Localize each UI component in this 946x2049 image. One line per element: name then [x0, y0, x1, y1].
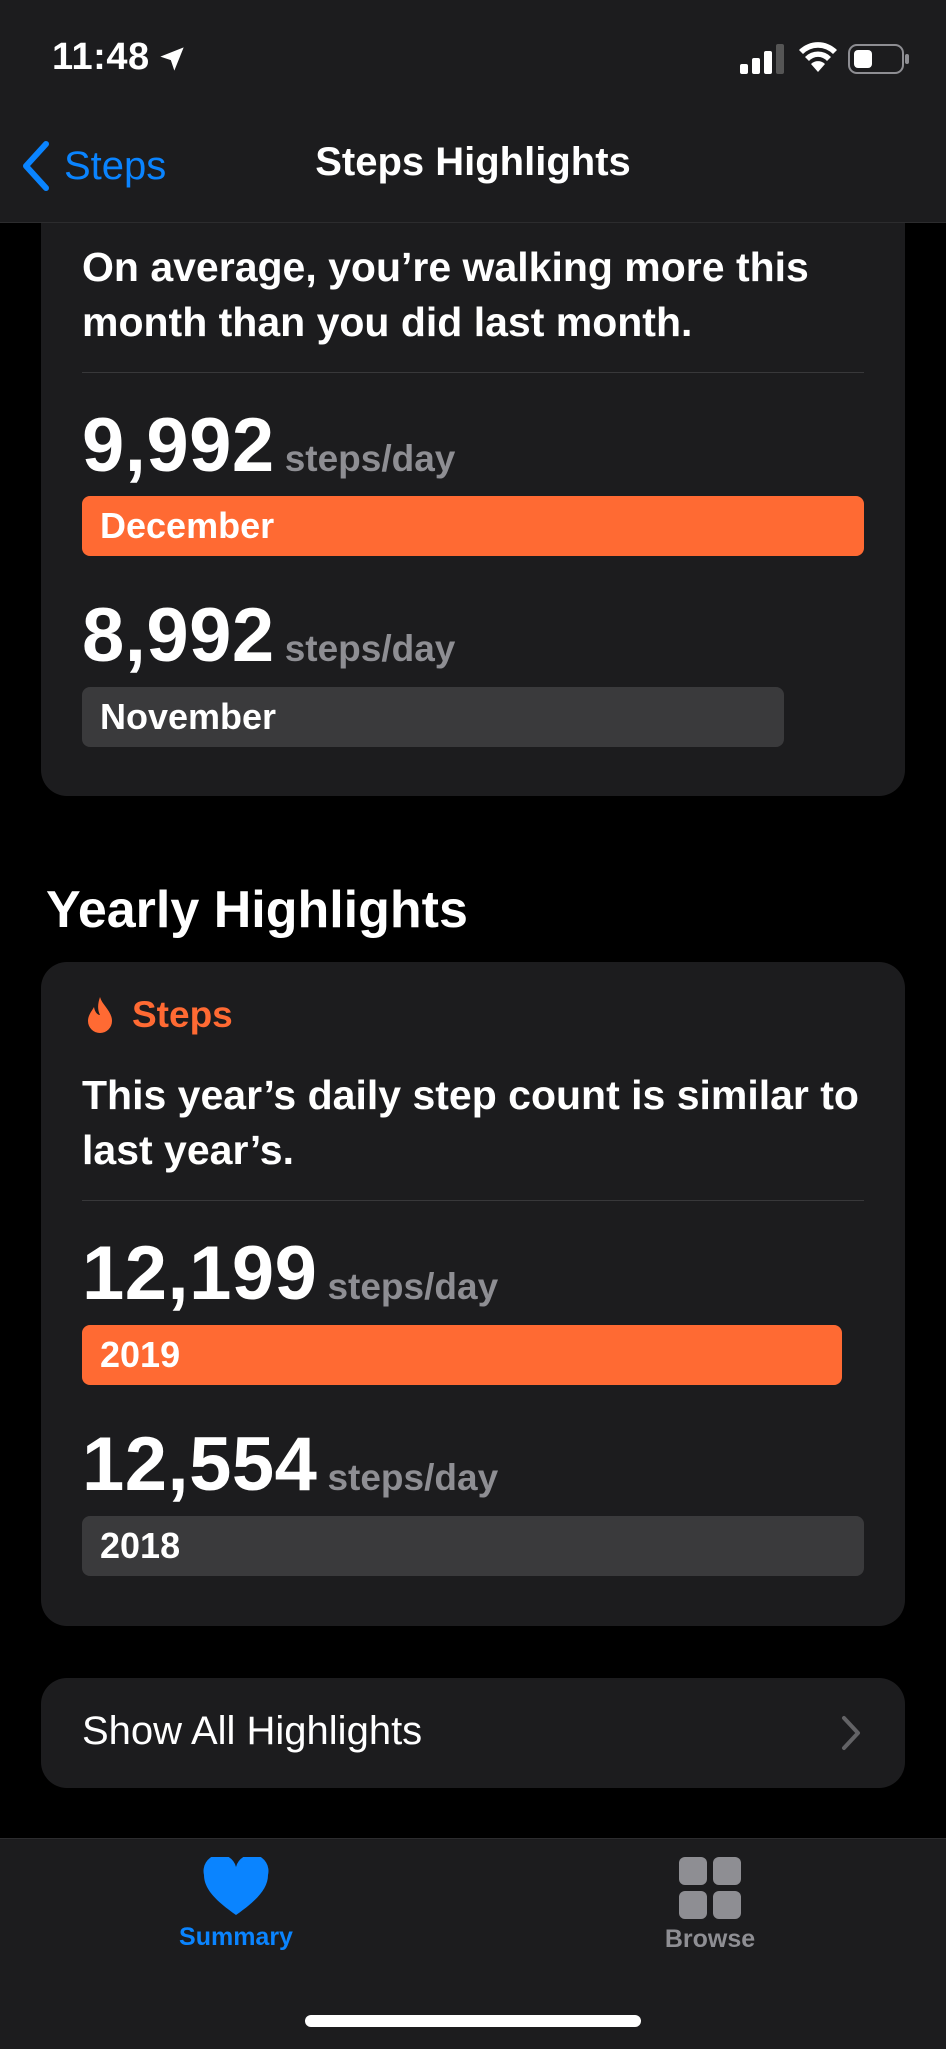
monthly-previous-label: November: [100, 696, 277, 737]
yearly-insight-text: This year’s daily step count is similar …: [82, 1072, 859, 1173]
status-time: 11:48: [52, 36, 150, 78]
yearly-current-value: 12,199: [82, 1231, 318, 1316]
monthly-current-value: 9,992: [82, 403, 275, 488]
tab-summary[interactable]: Summary: [136, 1857, 336, 1952]
wifi-icon: [799, 42, 837, 72]
section-title: Yearly Highlights: [46, 881, 468, 939]
page-title: Steps Highlights: [315, 140, 631, 184]
yearly-current-bar: 2019: [82, 1325, 842, 1385]
monthly-insight-text: On average, you’re walking more this mon…: [82, 244, 809, 345]
monthly-previous-value-row: 8,992 steps/day: [82, 592, 455, 679]
monthly-previous-bar: November: [82, 687, 784, 747]
category-label: Steps: [84, 994, 233, 1036]
monthly-current-bar: December: [82, 496, 864, 556]
flame-icon: [88, 997, 112, 1033]
yearly-current-value-row: 12,199 steps/day: [82, 1230, 498, 1317]
monthly-previous-unit: steps/day: [284, 628, 456, 669]
yearly-previous-label: 2018: [100, 1525, 181, 1566]
tab-bar: Summary Browse: [0, 1838, 946, 2049]
yearly-previous-unit: steps/day: [327, 1457, 499, 1498]
yearly-previous-bar: 2018: [82, 1516, 864, 1576]
monthly-current-label: December: [100, 505, 275, 546]
yearly-previous-value: 12,554: [82, 1422, 318, 1507]
location-arrow-icon: [160, 47, 184, 71]
yearly-current-unit: steps/day: [327, 1266, 499, 1307]
tab-browse[interactable]: Browse: [610, 1857, 810, 1954]
monthly-current-unit: steps/day: [284, 438, 456, 479]
divider: [82, 372, 864, 373]
tab-browse-label: Browse: [664, 1925, 756, 1953]
tab-summary-label: Summary: [179, 1923, 293, 1951]
grid-icon: [679, 1857, 741, 1919]
monthly-highlight-card[interactable]: On average, you’re walking more this mon…: [41, 180, 905, 796]
show-all-highlights-label: Show All Highlights: [82, 1709, 423, 1753]
cellular-signal-icon: [740, 44, 784, 74]
yearly-current-label: 2019: [100, 1334, 181, 1375]
chevron-right-icon: [842, 1716, 860, 1750]
navigation-bar: 11:48 Steps Steps Highlights: [0, 0, 946, 223]
monthly-previous-value: 8,992: [82, 593, 275, 678]
category-name: Steps: [132, 994, 233, 1035]
yearly-previous-value-row: 12,554 steps/day: [82, 1421, 498, 1508]
divider: [82, 1200, 864, 1201]
home-indicator: [305, 2015, 641, 2027]
battery-icon: [848, 44, 909, 74]
monthly-current-value-row: 9,992 steps/day: [82, 402, 455, 489]
heart-icon: [203, 1857, 269, 1915]
